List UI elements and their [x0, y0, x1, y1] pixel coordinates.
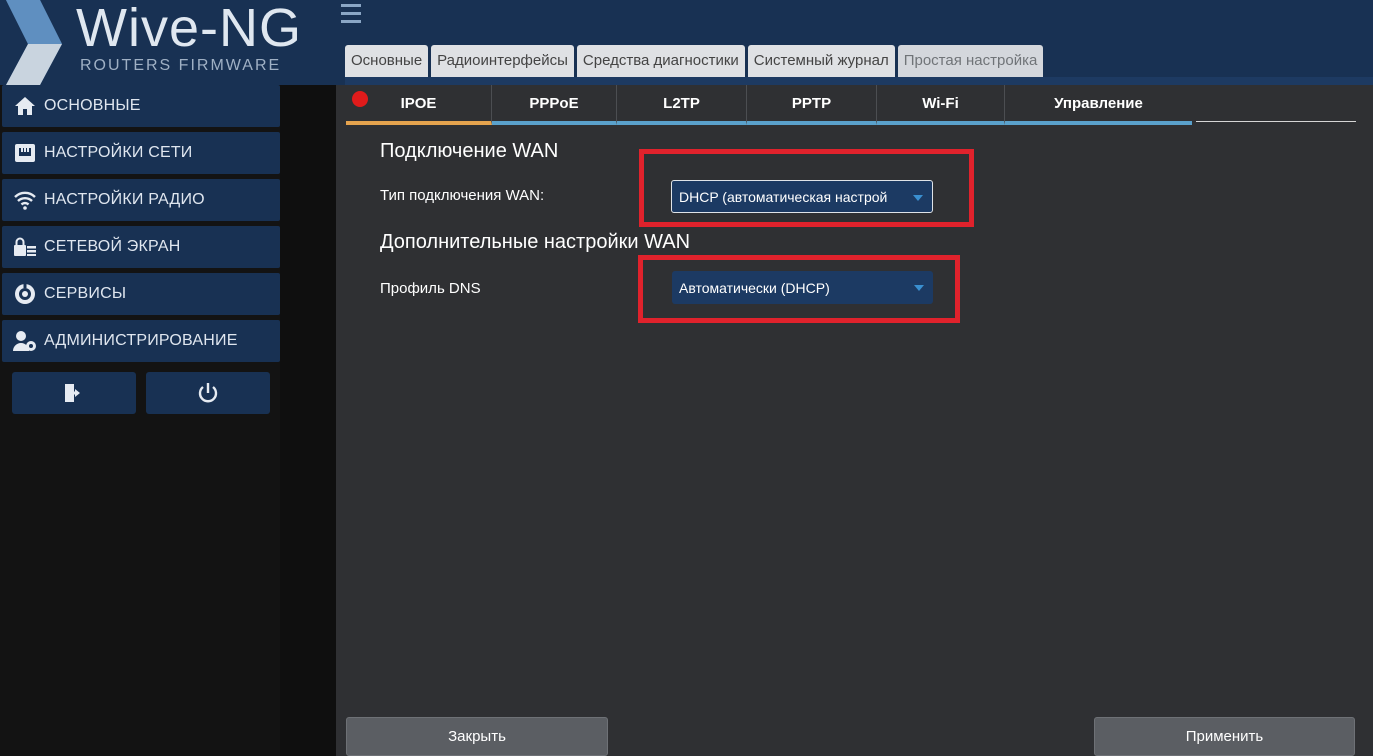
dns-profile-label: Профиль DNS	[380, 280, 481, 297]
menu-toggle-icon[interactable]	[341, 0, 363, 30]
theme-moon-icon[interactable]	[368, 0, 390, 30]
close-button[interactable]: Закрыть	[346, 717, 608, 756]
chevron-down-icon	[914, 285, 924, 291]
logo-chevron-icon	[6, 0, 62, 85]
sidebar-item-radio[interactable]: НАСТРОЙКИ РАДИО	[2, 179, 280, 221]
main-content: IPOE PPPoE L2TP PPTP Wi-Fi Управление По…	[336, 85, 1373, 756]
sidebar-item-label: АДМИНИСТРИРОВАНИЕ	[44, 332, 238, 349]
top-tab-simple-setup[interactable]: Простая настройка	[897, 45, 1044, 77]
home-icon	[12, 95, 38, 117]
sidebar-item-services[interactable]: СЕРВИСЫ	[2, 273, 280, 315]
top-tab-syslog[interactable]: Системный журнал	[747, 45, 895, 77]
top-tab-main[interactable]: Основные	[345, 45, 429, 77]
apply-button[interactable]: Применить	[1094, 717, 1355, 756]
top-tab-diagnostics[interactable]: Средства диагностики	[576, 45, 745, 77]
sub-tab-ipoe[interactable]: IPOE	[346, 85, 492, 125]
logout-button[interactable]	[12, 372, 136, 414]
services-icon	[12, 283, 38, 305]
sidebar-item-firewall[interactable]: СЕТЕВОЙ ЭКРАН	[2, 226, 280, 268]
sidebar-item-main[interactable]: ОСНОВНЫЕ	[2, 85, 280, 127]
firewall-icon	[12, 236, 38, 258]
sidebar-item-admin[interactable]: АДМИНИСТРИРОВАНИЕ	[2, 320, 280, 362]
sub-tab-management[interactable]: Управление	[1005, 85, 1192, 125]
power-icon	[198, 383, 218, 403]
wan-type-label: Тип подключения WAN:	[380, 187, 545, 204]
sub-tab-pppoe[interactable]: PPPoE	[492, 85, 617, 125]
logout-icon	[65, 384, 80, 402]
power-button[interactable]	[146, 372, 270, 414]
sub-tab-pptp[interactable]: PPTP	[747, 85, 877, 125]
wan-type-select[interactable]: DHCP (автоматическая настрой	[671, 180, 933, 213]
sub-tabs-divider	[1196, 121, 1356, 122]
top-tabs: Основные Радиоинтерфейсы Средства диагно…	[345, 45, 1044, 77]
sidebar-item-label: НАСТРОЙКИ РАДИО	[44, 191, 205, 208]
wifi-icon	[12, 189, 38, 211]
header-bar: Wive-NG ROUTERS FIRMWARE Основные Радиои…	[0, 0, 1373, 85]
sidebar-item-label: СЕРВИСЫ	[44, 285, 127, 302]
admin-icon	[12, 330, 38, 352]
sidebar-item-label: СЕТЕВОЙ ЭКРАН	[44, 238, 181, 255]
sidebar: ОСНОВНЫЕ НАСТРОЙКИ СЕТИ НАСТРОЙКИ РАДИО …	[0, 85, 280, 756]
brand-subtitle: ROUTERS FIRMWARE	[80, 57, 282, 74]
sidebar-item-label: ОСНОВНЫЕ	[44, 97, 141, 114]
sub-tab-wifi[interactable]: Wi-Fi	[877, 85, 1005, 125]
header-underline	[345, 77, 1373, 85]
wan-connection-heading: Подключение WAN	[380, 140, 559, 162]
wan-type-value: DHCP (автоматическая настрой	[679, 188, 888, 205]
chevron-down-icon	[913, 195, 923, 201]
top-tab-radio[interactable]: Радиоинтерфейсы	[431, 45, 574, 77]
sub-tab-l2tp[interactable]: L2TP	[617, 85, 747, 125]
ethernet-icon	[12, 142, 38, 164]
sidebar-item-network[interactable]: НАСТРОЙКИ СЕТИ	[2, 132, 280, 174]
brand-title: Wive-NG	[76, 0, 302, 58]
sidebar-gap	[280, 85, 336, 756]
sidebar-item-label: НАСТРОЙКИ СЕТИ	[44, 144, 193, 161]
dns-profile-select[interactable]: Автоматически (DHCP)	[672, 271, 933, 304]
dns-profile-value: Автоматически (DHCP)	[679, 279, 830, 296]
brand-logo[interactable]: Wive-NG ROUTERS FIRMWARE	[0, 0, 335, 85]
wan-extra-heading: Дополнительные настройки WAN	[380, 231, 691, 253]
sub-tabs: IPOE PPPoE L2TP PPTP Wi-Fi Управление	[346, 85, 1196, 125]
